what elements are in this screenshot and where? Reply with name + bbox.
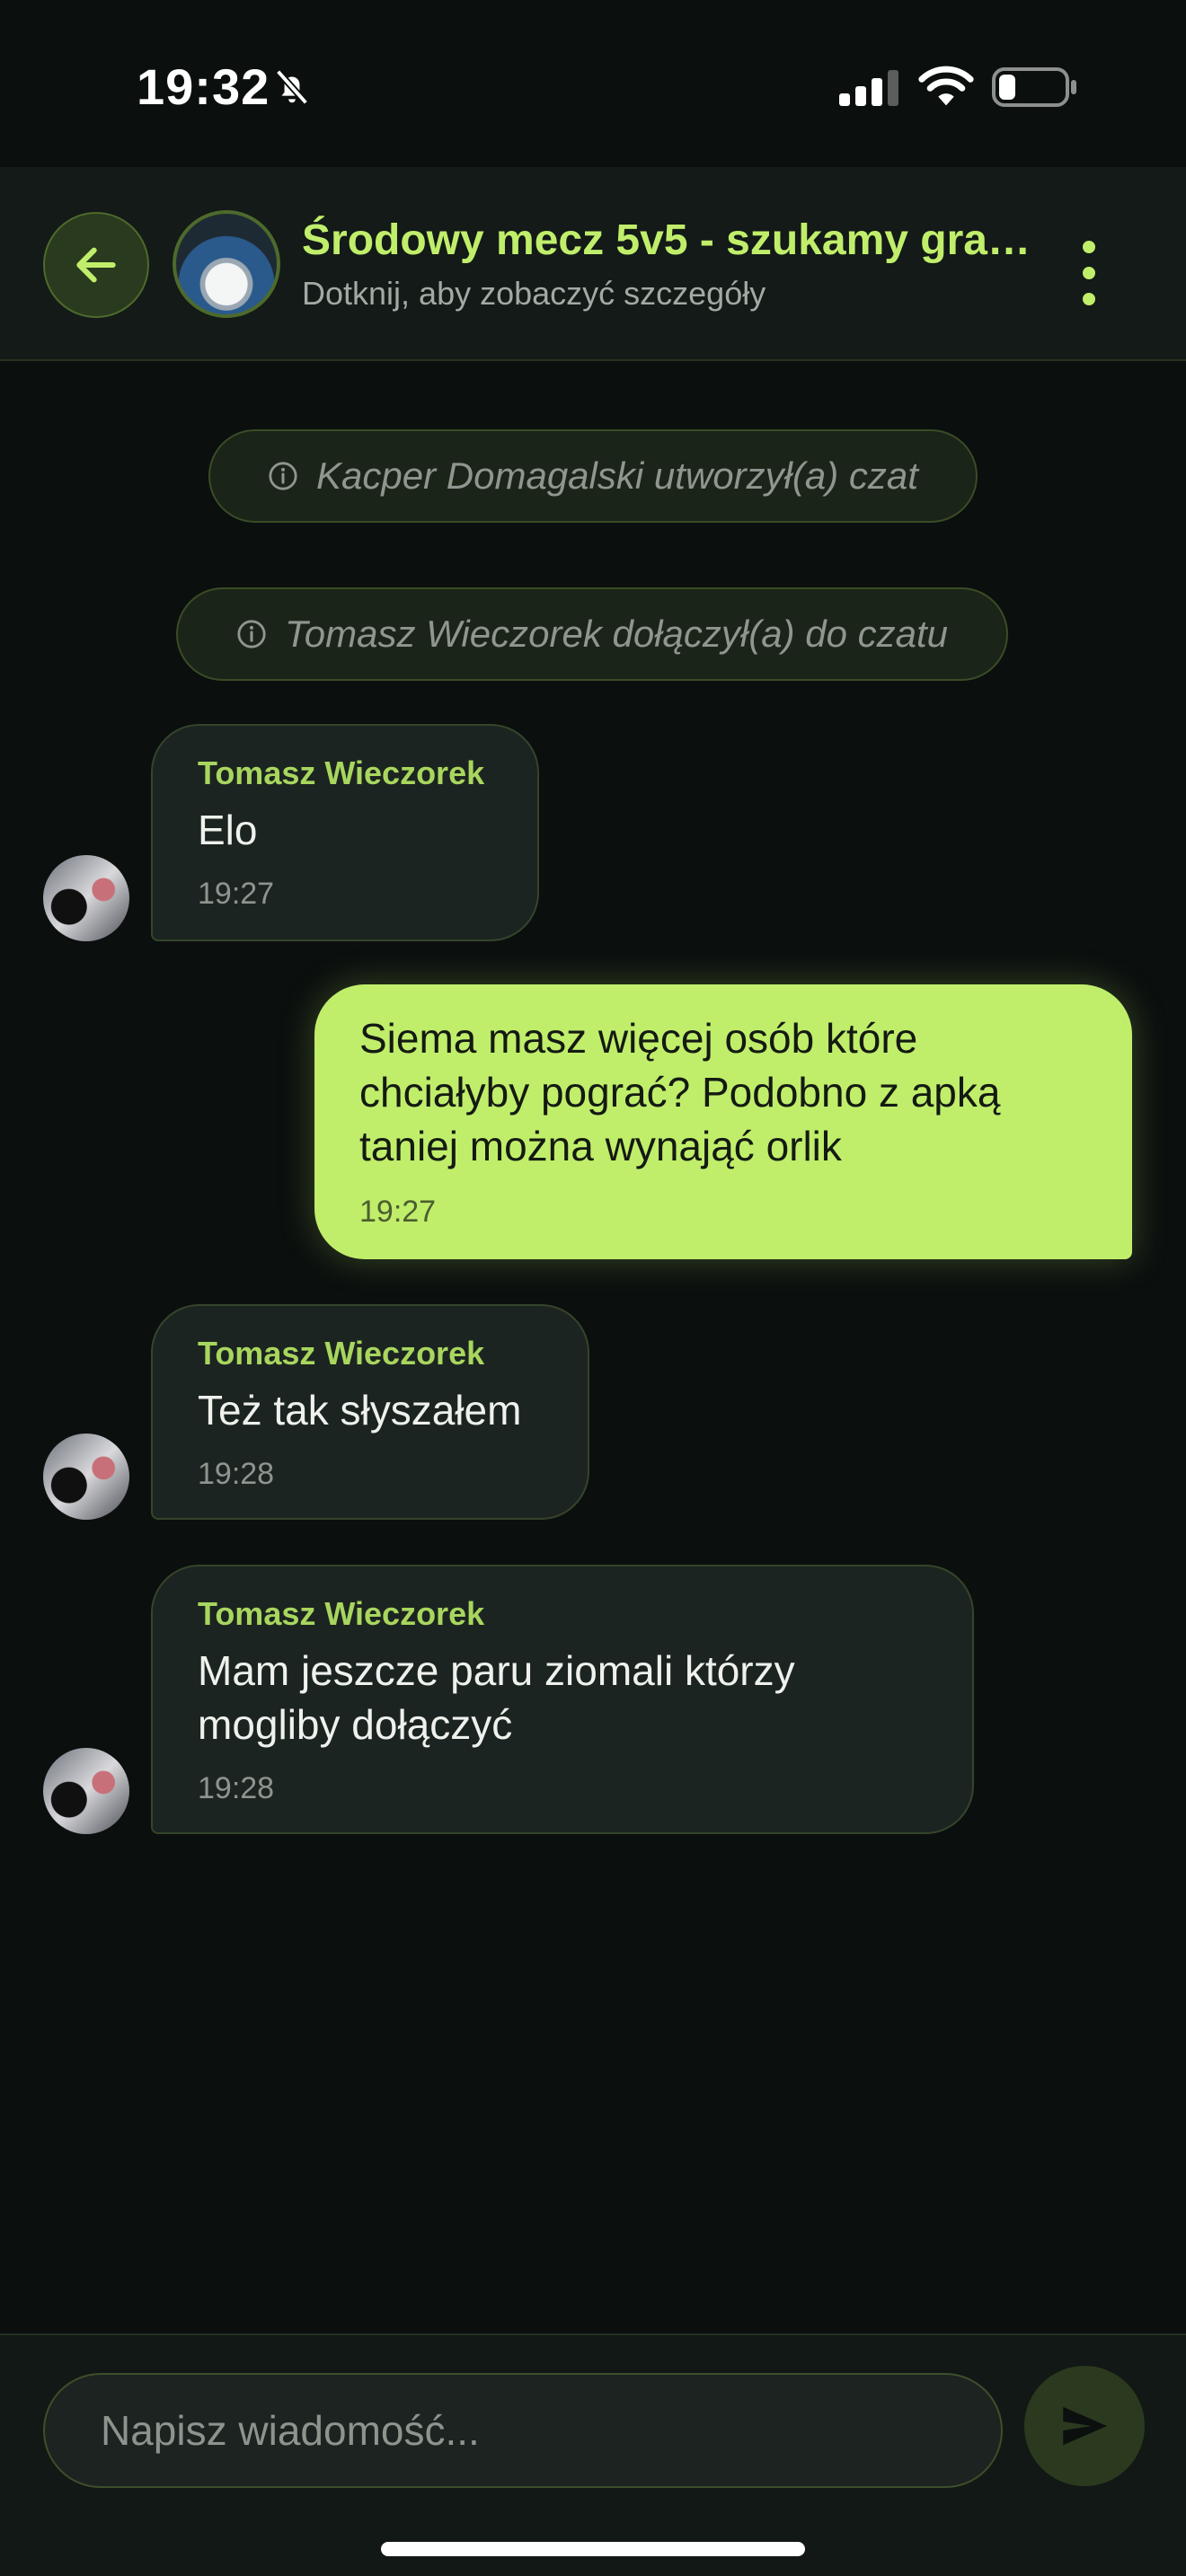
info-icon [269, 462, 297, 490]
message-time: 19:28 [198, 1457, 275, 1491]
back-button[interactable] [43, 212, 149, 318]
send-button[interactable] [1024, 2366, 1145, 2486]
more-vertical-icon [1083, 241, 1095, 253]
send-icon [1063, 2406, 1107, 2446]
incoming-message[interactable]: Tomasz Wieczorek Też tak słyszałem 19:28 [151, 1304, 589, 1520]
chat-avatar[interactable] [173, 210, 280, 318]
status-bar: 19:32 [0, 0, 1186, 167]
info-icon [237, 620, 266, 648]
system-message-text: Tomasz Wieczorek dołączył(a) do czatu [284, 613, 948, 655]
incoming-message[interactable]: Tomasz Wieczorek Elo 19:27 [151, 724, 539, 941]
message-text: Elo [198, 807, 258, 853]
system-message-text: Kacper Domagalski utworzył(a) czat [316, 454, 918, 497]
message-text: Też tak słyszałem [198, 1387, 522, 1434]
status-time: 19:32 [137, 58, 270, 115]
more-options-button[interactable] [1062, 237, 1116, 309]
wifi-icon [918, 66, 974, 106]
outgoing-message[interactable]: Siema masz więcej osób które chciałyby p… [314, 984, 1132, 1259]
chat-subtitle[interactable]: Dotknij, aby zobaczyć szczegóły [302, 275, 766, 313]
bell-off-icon [275, 69, 309, 105]
incoming-message[interactable]: Tomasz Wieczorek Mam jeszcze paru ziomal… [151, 1565, 974, 1834]
message-composer [0, 2333, 1186, 2576]
system-message: Tomasz Wieczorek dołączył(a) do czatu [176, 587, 1008, 681]
message-text: Siema masz więcej osób które chciałyby p… [359, 1015, 1001, 1169]
message-time: 19:27 [198, 877, 275, 911]
sender-name: Tomasz Wieczorek [198, 1335, 485, 1372]
sender-avatar[interactable] [43, 855, 129, 941]
sender-name: Tomasz Wieczorek [198, 754, 485, 791]
chat-title[interactable]: Środowy mecz 5v5 - szukamy graczy [302, 216, 1048, 265]
home-indicator [381, 2542, 805, 2556]
sender-name: Tomasz Wieczorek [198, 1595, 485, 1632]
sender-avatar[interactable] [43, 1434, 129, 1520]
message-time: 19:28 [198, 1771, 275, 1805]
sender-avatar[interactable] [43, 1748, 129, 1834]
chat-header: Środowy mecz 5v5 - szukamy graczy Dotkni… [0, 167, 1186, 361]
message-input[interactable] [43, 2373, 1003, 2488]
message-time: 19:27 [359, 1195, 437, 1229]
system-message: Kacper Domagalski utworzył(a) czat [208, 429, 978, 523]
arrow-left-icon [76, 247, 116, 283]
battery-icon [992, 67, 1076, 107]
message-text: Mam jeszcze paru ziomali którzy mogliby … [198, 1647, 795, 1748]
cellular-signal-icon [839, 70, 898, 106]
